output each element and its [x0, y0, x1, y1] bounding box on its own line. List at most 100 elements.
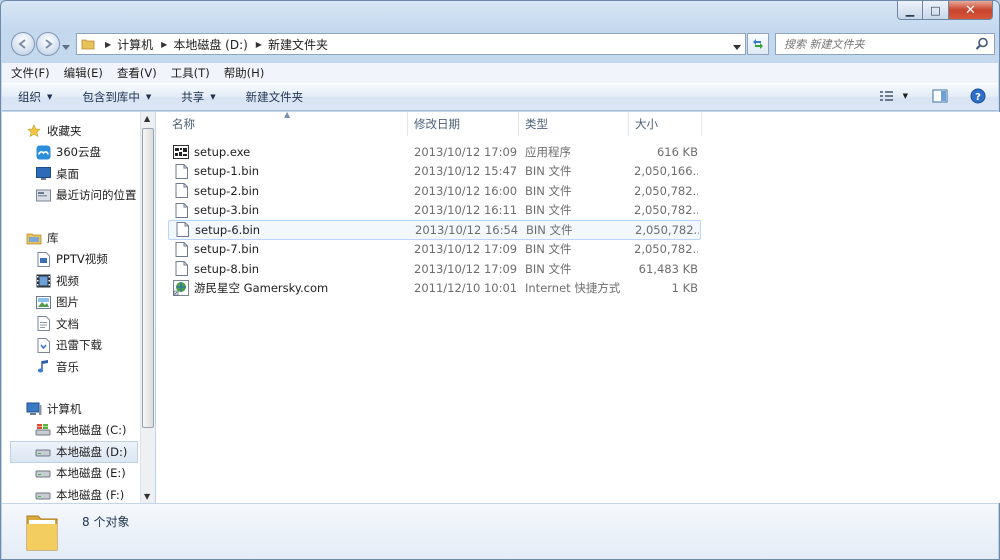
- include-library-button[interactable]: 包含到库中 ▼: [82, 89, 151, 105]
- navpane-scrollbar[interactable]: ▲ ▼: [140, 112, 155, 503]
- file-row[interactable]: setup.exe 2013/10/12 17:09 应用程序 616 KB: [168, 142, 701, 162]
- refresh-icon: [753, 39, 763, 49]
- nav-drive-label: 本地磁盘 (F:): [56, 487, 125, 502]
- address-history-dropdown[interactable]: [733, 40, 741, 54]
- nav-computer[interactable]: 计算机: [2, 398, 142, 420]
- breadcrumb-drive-d[interactable]: 本地磁盘 (D:): [173, 36, 247, 53]
- nav-item-videos[interactable]: 视频: [2, 270, 142, 292]
- column-header-size[interactable]: 大小: [629, 112, 702, 136]
- menu-help[interactable]: 帮助(H): [224, 65, 265, 81]
- file-name: 游民星空 Gamersky.com: [194, 281, 329, 296]
- column-header-name[interactable]: ▲ 名称: [156, 110, 408, 136]
- search-icon[interactable]: [975, 37, 989, 54]
- nav-item-desktop[interactable]: 桌面: [2, 163, 142, 185]
- file-name: setup-7.bin: [194, 242, 260, 257]
- change-view-button[interactable]: ▼: [879, 89, 908, 103]
- nav-favorites[interactable]: 收藏夹: [2, 120, 142, 142]
- preview-pane-icon: [932, 89, 948, 103]
- nav-item-label: 迅雷下载: [56, 338, 102, 353]
- nav-item-pptv-video[interactable]: PPTV视频: [2, 249, 142, 271]
- music-note-icon: [35, 359, 51, 375]
- nav-item-label: 桌面: [56, 166, 79, 181]
- minimize-button[interactable]: ▁: [897, 1, 923, 20]
- nav-libraries[interactable]: 库: [2, 227, 142, 249]
- refresh-button[interactable]: [747, 33, 769, 55]
- file-row[interactable]: setup-7.bin 2013/10/12 17:09 BIN 文件 2,05…: [168, 240, 701, 260]
- nav-item-music[interactable]: 音乐: [2, 356, 142, 378]
- share-button[interactable]: 共享 ▼: [181, 89, 215, 105]
- file-type: Internet 快捷方式: [525, 281, 621, 296]
- maximize-button[interactable]: □: [923, 1, 949, 20]
- folder-icon: [81, 37, 95, 51]
- search-box[interactable]: [775, 33, 995, 55]
- file-row[interactable]: setup-6.bin 2013/10/12 16:54 BIN 文件 2,05…: [168, 220, 701, 240]
- file-size: 1 KB: [671, 281, 698, 296]
- breadcrumb-computer[interactable]: 计算机: [117, 36, 153, 53]
- file-name: setup-8.bin: [194, 261, 260, 276]
- file-icon: [174, 222, 190, 238]
- breadcrumb-separator[interactable]: ▶: [256, 40, 262, 49]
- file-size: 2,050,782...: [635, 222, 699, 237]
- file-date: 2013/10/12 16:11: [414, 203, 518, 218]
- scroll-thumb[interactable]: [142, 128, 154, 428]
- file-size: 2,050,782...: [634, 203, 698, 218]
- file-date: 2013/10/12 16:00: [414, 183, 518, 198]
- nav-drive-c[interactable]: 本地磁盘 (C:): [2, 420, 142, 442]
- recent-pages-dropdown[interactable]: [62, 40, 70, 54]
- organize-label: 组织: [18, 90, 41, 104]
- scroll-up-arrow[interactable]: ▲: [144, 114, 150, 123]
- file-row[interactable]: 游民星空 Gamersky.com 2011/12/10 10:01 Inter…: [168, 279, 701, 299]
- menu-view[interactable]: 查看(V): [117, 65, 157, 81]
- nav-item-recent-places[interactable]: 最近访问的位置: [2, 185, 142, 207]
- forward-button[interactable]: [36, 32, 60, 56]
- menu-file[interactable]: 文件(F): [11, 65, 50, 81]
- search-input[interactable]: [784, 37, 964, 51]
- nav-item-360-cloud[interactable]: 360云盘: [2, 142, 142, 164]
- view-details-icon: [879, 91, 893, 101]
- file-type: BIN 文件: [525, 261, 572, 276]
- share-label: 共享: [181, 90, 205, 104]
- organize-button[interactable]: 组织 ▼: [18, 89, 52, 105]
- nav-item-thunder-downloads[interactable]: 迅雷下载: [2, 335, 142, 357]
- file-date: 2013/10/12 17:09: [414, 261, 518, 276]
- file-type: BIN 文件: [525, 183, 572, 198]
- file-name-cell: setup-7.bin: [168, 241, 414, 257]
- nav-drive-f[interactable]: 本地磁盘 (F:): [2, 484, 142, 503]
- file-row[interactable]: setup-3.bin 2013/10/12 16:11 BIN 文件 2,05…: [168, 201, 701, 221]
- address-bar[interactable]: ▶ 计算机 ▶ 本地磁盘 (D:) ▶ 新建文件夹: [76, 33, 746, 55]
- menu-tools[interactable]: 工具(T): [171, 65, 210, 81]
- help-button[interactable]: ?: [970, 88, 986, 104]
- column-header-type[interactable]: 类型: [519, 112, 629, 136]
- back-button[interactable]: [11, 32, 35, 56]
- chevron-down-icon: ▼: [902, 92, 908, 100]
- nav-item-label: 文档: [56, 316, 79, 331]
- menu-bar: 文件(F) 编辑(E) 查看(V) 工具(T) 帮助(H): [2, 62, 998, 83]
- file-date: 2013/10/12 15:47: [414, 164, 518, 179]
- file-name-cell: setup-2.bin: [168, 183, 414, 199]
- new-folder-button[interactable]: 新建文件夹: [246, 89, 304, 105]
- menu-edit[interactable]: 编辑(E): [64, 65, 103, 81]
- column-header-date[interactable]: 修改日期: [408, 112, 519, 136]
- nav-drive-e[interactable]: 本地磁盘 (E:): [2, 463, 142, 485]
- nav-item-documents[interactable]: 文档: [2, 313, 142, 335]
- file-row[interactable]: setup-8.bin 2013/10/12 17:09 BIN 文件 61,4…: [168, 259, 701, 279]
- nav-item-pictures[interactable]: 图片: [2, 292, 142, 314]
- download-file-icon: [35, 337, 51, 353]
- preview-pane-button[interactable]: [932, 89, 948, 103]
- scroll-down-arrow[interactable]: ▼: [144, 492, 150, 501]
- details-pane: 8 个对象: [2, 503, 998, 559]
- close-button[interactable]: ✕: [949, 1, 993, 20]
- include-library-label: 包含到库中: [82, 90, 140, 104]
- toolbar-right: ▼ ?: [865, 88, 986, 104]
- file-row[interactable]: setup-1.bin 2013/10/12 15:47 BIN 文件 2,05…: [168, 162, 701, 182]
- navigation-pane: 收藏夹 360云盘 桌面 最近访问的位置 库 PPTV视频 视频 图片 文档 迅…: [2, 112, 142, 503]
- nav-drive-d[interactable]: 本地磁盘 (D:): [10, 441, 138, 463]
- file-row[interactable]: setup-2.bin 2013/10/12 16:00 BIN 文件 2,05…: [168, 181, 701, 201]
- breadcrumb-separator[interactable]: ▶: [105, 40, 111, 49]
- breadcrumb-new-folder[interactable]: 新建文件夹: [268, 36, 328, 53]
- file-type: BIN 文件: [525, 203, 572, 218]
- breadcrumb-separator[interactable]: ▶: [161, 40, 167, 49]
- file-size: 2,050,166...: [634, 164, 698, 179]
- caption-buttons: ▁ □ ✕: [897, 1, 993, 20]
- file-icon: [173, 202, 189, 218]
